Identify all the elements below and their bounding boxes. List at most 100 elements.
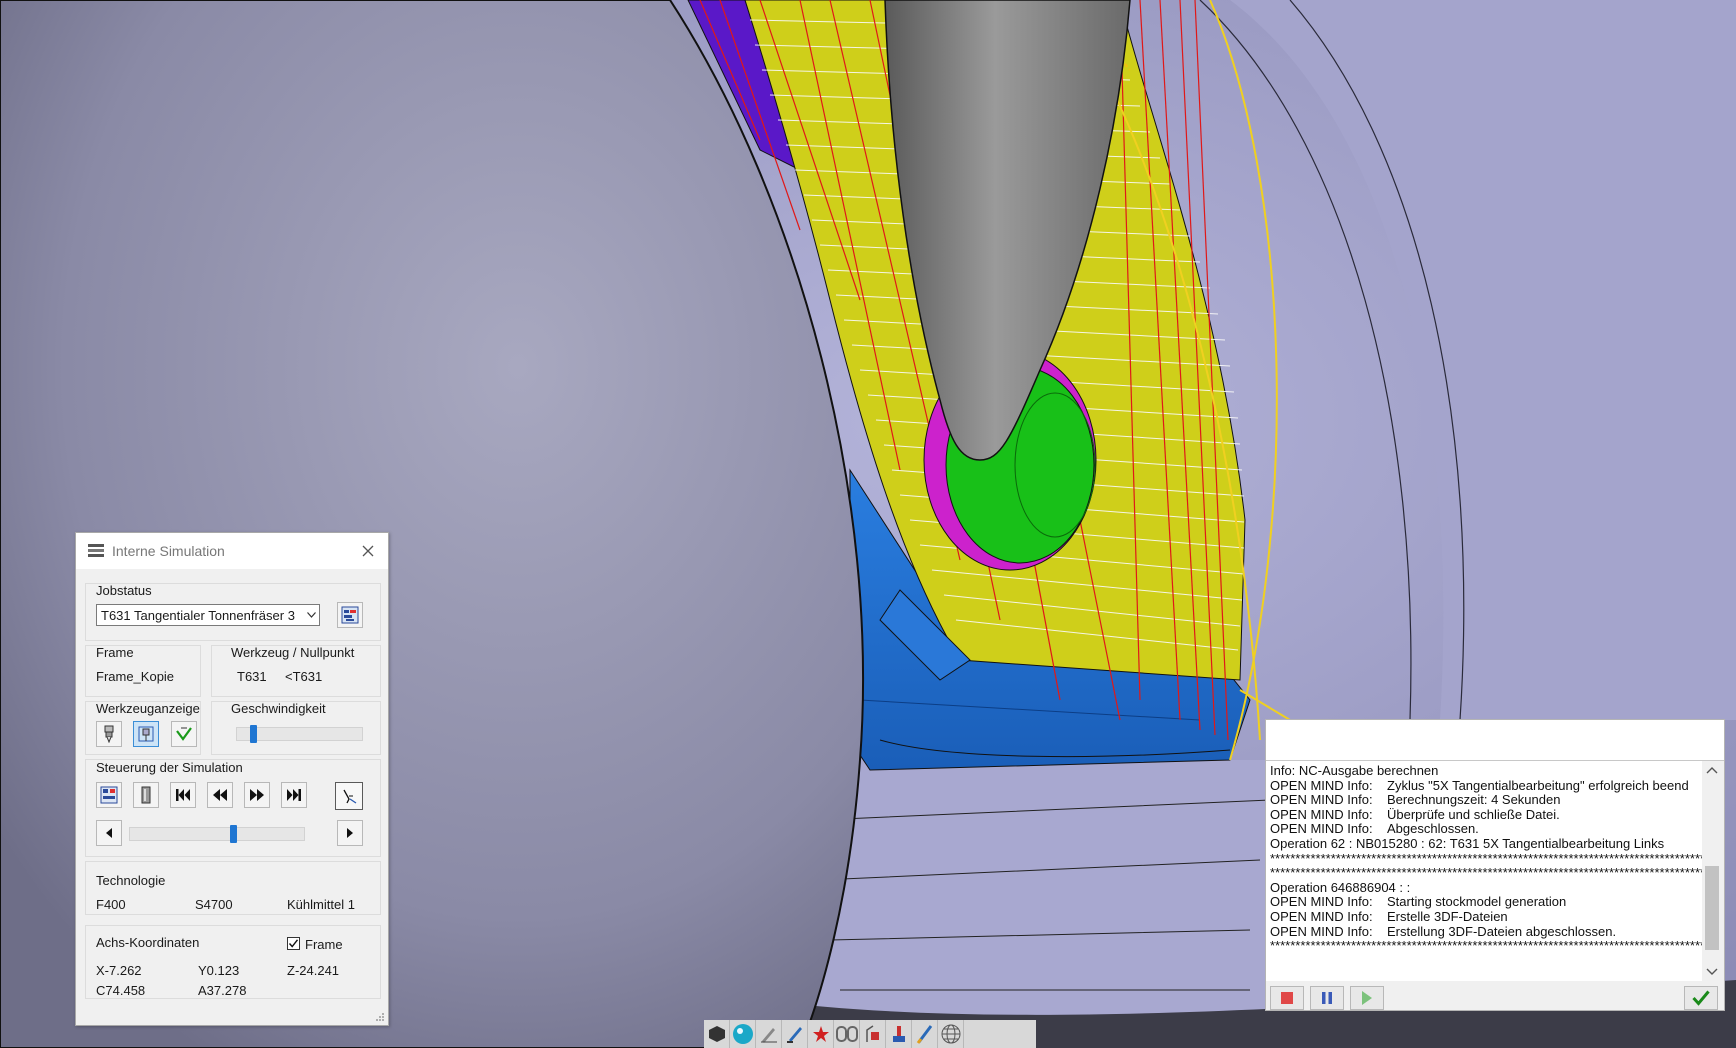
toolbar-wireframe-button[interactable] (938, 1020, 964, 1048)
stop-icon (1281, 992, 1293, 1004)
log-line-text: Überprüfe und schließe Datei. (1387, 806, 1560, 822)
rewind-icon (213, 789, 227, 801)
log-output: Info: NC-Ausgabe berechnen OPEN MIND Info… (1266, 761, 1702, 981)
tool-holder-icon (104, 725, 114, 743)
digits-icon (835, 1026, 858, 1042)
arrow-left-icon (106, 828, 112, 838)
y-coordinate: Y0.123 (198, 963, 240, 978)
log-line: OPEN MIND Info: Überprüfe und schließe Da… (1270, 807, 1560, 823)
pen-icon (916, 1025, 932, 1044)
stock-model-button[interactable] (133, 782, 159, 808)
log-line: Operation 646886904 : : (1270, 879, 1411, 895)
chevron-down-icon (303, 605, 319, 625)
frame-checkbox[interactable] (287, 937, 300, 950)
confirm-button[interactable] (1684, 986, 1718, 1010)
pencil-icon (760, 1028, 777, 1043)
play-icon (1362, 991, 1372, 1005)
x-coordinate: X-7.262 (96, 963, 142, 978)
toolbar-probe-button[interactable] (886, 1020, 912, 1048)
panel-title: Interne Simulation (112, 543, 225, 559)
log-header-blank (1266, 720, 1724, 761)
log-line-prefix: OPEN MIND Info: (1270, 792, 1373, 808)
stop-button[interactable] (1270, 986, 1304, 1010)
job-select-value: T631 Tangentialer Tonnenfräser 3 (101, 607, 295, 623)
log-panel: Info: NC-Ausgabe berechnen OPEN MIND Info… (1265, 719, 1725, 1011)
z-coordinate: Z-24.241 (287, 963, 340, 978)
go-to-start-button[interactable] (170, 782, 196, 808)
simulation-settings-icon (100, 786, 118, 804)
log-line-prefix: OPEN MIND Info: (1270, 923, 1373, 939)
speed-slider-thumb[interactable] (250, 725, 258, 743)
go-to-end-button[interactable] (281, 782, 307, 808)
log-line-text: Erstellung 3DF-Dateien abgeschlossen. (1387, 923, 1617, 939)
skip-start-icon (176, 789, 190, 801)
log-line-prefix: OPEN MIND Info: (1270, 909, 1373, 924)
speed-label: Geschwindigkeit (231, 701, 326, 716)
show-tool-button[interactable] (96, 721, 122, 747)
log-line-prefix: OPEN MIND Info: (1270, 821, 1373, 837)
log-line-text: Erstelle 3DF-Dateien (1387, 909, 1508, 924)
step-backward-button[interactable] (207, 782, 233, 808)
toolbar-edit-button[interactable] (756, 1020, 782, 1048)
bottom-toolbar (704, 1020, 1036, 1048)
a-coordinate: A37.278 (198, 983, 247, 998)
simulation-settings-button[interactable] (96, 782, 122, 808)
simulation-list-icon (88, 544, 104, 557)
toolbar-render-button[interactable] (730, 1020, 756, 1048)
log-scrollbar[interactable] (1702, 761, 1722, 981)
cube-icon (708, 1026, 725, 1042)
wireframe-sphere-icon (941, 1024, 960, 1044)
job-select[interactable]: T631 Tangentialer Tonnenfräser 3 (96, 604, 320, 626)
log-line-text: Zyklus "5X Tangentialbearbeitung" erfolg… (1387, 777, 1689, 793)
scrub-forward-button[interactable] (337, 820, 363, 846)
toolbar-shaded-button[interactable] (704, 1020, 730, 1048)
log-line: ****************************************… (1270, 865, 1702, 881)
log-scroll-thumb[interactable] (1705, 866, 1719, 950)
toolbar-measure-button[interactable] (860, 1020, 886, 1048)
panel-titlebar[interactable]: Interne Simulation (76, 533, 388, 569)
log-line: OPEN MIND Info: Zyklus "5X Tangentialbear… (1270, 778, 1689, 794)
tool-label: Werkzeug / Nullpunkt (231, 645, 355, 660)
tool-view-toggle-button[interactable] (335, 782, 363, 810)
show-frame-tool-button[interactable] (133, 721, 159, 747)
tool-path-icon (176, 727, 192, 741)
resize-grip-icon[interactable] (375, 1012, 385, 1022)
pause-button[interactable] (1310, 986, 1344, 1010)
probe-icon (892, 1026, 905, 1042)
simulation-panel: Interne Simulation Jobstatus T631 Tangen… (75, 532, 389, 1026)
pause-icon (1322, 992, 1332, 1004)
log-line: Operation 62 : NB015280 : 62: T631 5X Ta… (1270, 836, 1665, 851)
job-settings-button[interactable] (337, 602, 363, 628)
toolbar-pin-button[interactable] (808, 1020, 834, 1048)
technology-label: Technologie (96, 873, 166, 888)
checkmark-icon (288, 939, 299, 948)
brush-icon (786, 1027, 802, 1043)
axis-coordinates-label: Achs-Koordinaten (96, 935, 200, 950)
show-path-button[interactable] (171, 721, 197, 747)
close-button[interactable] (358, 541, 378, 561)
log-line: OPEN MIND Info: Erstelle 3DF-Dateien (1270, 909, 1508, 925)
scroll-up-icon[interactable] (1702, 763, 1722, 777)
toolbar-paint-button[interactable] (782, 1020, 808, 1048)
close-icon (362, 545, 374, 557)
simulation-progress-slider[interactable] (129, 827, 305, 841)
scroll-down-icon[interactable] (1702, 965, 1722, 979)
zero-value: <T631 (285, 669, 323, 684)
step-forward-button[interactable] (244, 782, 270, 808)
spindle-value: S4700 (195, 897, 233, 912)
simulation-progress-thumb[interactable] (230, 825, 238, 843)
tool-frame-icon (138, 726, 154, 742)
log-line: Info: NC-Ausgabe berechnen (1270, 763, 1439, 778)
tool-display-label: Werkzeuganzeige (96, 701, 200, 716)
toolbar-draw-button[interactable] (912, 1020, 938, 1048)
log-line: OPEN MIND Info: Abgeschlossen. (1270, 821, 1479, 837)
play-button[interactable] (1350, 986, 1384, 1010)
log-line-prefix: OPEN MIND Info: (1270, 894, 1373, 910)
toolbar-counter-button[interactable] (834, 1020, 860, 1048)
scrub-back-button[interactable] (96, 820, 122, 846)
frame-value: Frame_Kopie (96, 669, 175, 684)
jobstatus-label: Jobstatus (96, 583, 152, 598)
sphere-icon (732, 1024, 753, 1044)
control-label: Steuerung der Simulation (96, 760, 243, 775)
log-line: ****************************************… (1270, 938, 1702, 954)
